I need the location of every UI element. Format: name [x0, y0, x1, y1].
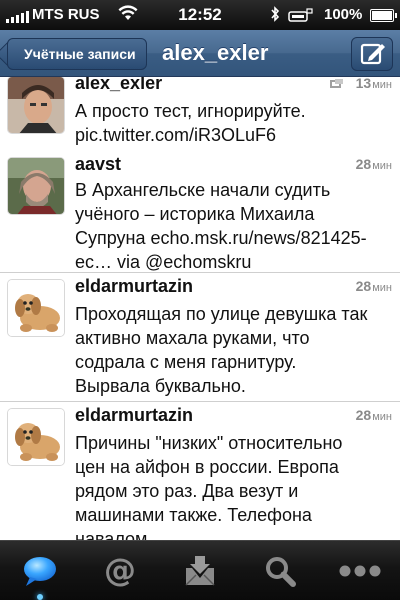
tweet-text-line: навалом [75, 529, 148, 540]
timeline-bubble-icon [24, 557, 56, 586]
tweet-cell[interactable]: aavst 28мин В Архангельске начали судить… [0, 153, 400, 273]
nav-title: alex_exler [162, 40, 269, 65]
tweet-link[interactable]: pic.twitter.com/iR3OLuF6 [75, 123, 392, 147]
tweet-text: Проходящая по улице девушка так активно … [75, 302, 392, 398]
tweet-text-line: Вырвала буквально. [75, 376, 246, 396]
avatar-photo-icon [8, 158, 64, 214]
tweet-text-line: Проходящая по улице девушка так [75, 304, 368, 324]
orientation-lock-icon [288, 8, 313, 22]
avatar-dog-icon [8, 409, 64, 465]
compose-icon [360, 43, 385, 65]
tweet-username[interactable]: eldarmurtazin [75, 405, 193, 426]
tweet-text-line: рядом это раз. Два везут и [75, 481, 299, 501]
battery-percent: 100% [324, 6, 363, 23]
tweet-cell[interactable]: eldarmurtazin 28мин Проходящая по улице … [0, 273, 400, 402]
tweet-time: 28мин [355, 156, 392, 172]
tweet-text-line: машинами также. Телефона [75, 505, 312, 525]
tweet-text-line: содрала с меня гарнитуру. [75, 352, 297, 372]
tab-messages[interactable] [160, 541, 240, 600]
tweet-text-line[interactable]: Супруна echo.msk.ru/news/821425- [75, 226, 392, 250]
avatar-dog-icon [8, 280, 64, 336]
tweet-text-line: цен на айфон в россии. Европа [75, 457, 339, 477]
tweet-text: В Архангельске начали судить учёного – и… [75, 178, 392, 274]
mentions-at-icon: @ [104, 553, 136, 589]
retweet-icon [330, 79, 343, 88]
back-accounts-button[interactable]: Учётные записи [7, 38, 147, 70]
back-button-wrap: Учётные записи [0, 30, 170, 76]
tweet-text-line: активно махала руками, что [75, 328, 310, 348]
tweet-username[interactable]: eldarmurtazin [75, 276, 193, 297]
tab-bar: @ [0, 540, 400, 600]
twitter-app-screen: MTS RUS 12:52 100% Учётные записи alex_e… [0, 0, 400, 600]
tweet-cell[interactable]: alex_exler 13мин А просто тест, игнориру… [0, 77, 400, 154]
avatar-photo-icon [8, 77, 64, 133]
tweet-text-line[interactable]: ec… via @echomskru [75, 250, 392, 274]
tweet-cell[interactable]: eldarmurtazin 28мин Причины "низких" отн… [0, 402, 400, 540]
tweet-text-line: учёного – историка Михаила [75, 204, 315, 224]
navigation-bar: Учётные записи alex_exler [0, 30, 400, 77]
avatar[interactable] [7, 77, 65, 134]
tweet-time: 28мин [355, 407, 392, 423]
tweet-text-line: В Архангельске начали судить [75, 180, 331, 200]
more-dots-icon [339, 565, 381, 577]
messages-inbox-icon [185, 556, 215, 586]
svg-text:@: @ [104, 553, 136, 589]
avatar[interactable] [7, 408, 65, 466]
status-bar: MTS RUS 12:52 100% [0, 0, 400, 30]
tab-timeline[interactable] [0, 541, 80, 600]
search-icon [266, 557, 296, 587]
tweet-username[interactable]: alex_exler [75, 77, 162, 94]
tweet-text-line: А просто тест, игнорируйте. [75, 101, 306, 121]
tab-mentions[interactable]: @ [80, 541, 160, 600]
battery-icon [370, 9, 397, 22]
tweet-text: А просто тест, игнорируйте. pic.twitter.… [75, 99, 392, 147]
tweet-text: Причины "низких" относительно цен на айф… [75, 431, 392, 540]
tweet-text-line: Причины "низких" относительно [75, 433, 343, 453]
avatar[interactable] [7, 157, 65, 215]
avatar[interactable] [7, 279, 65, 337]
tab-more[interactable] [320, 541, 400, 600]
tweet-list[interactable]: alex_exler 13мин А просто тест, игнориру… [0, 77, 400, 540]
tweet-username[interactable]: aavst [75, 154, 121, 175]
tweet-time: 28мин [355, 278, 392, 294]
tab-search[interactable] [240, 541, 320, 600]
active-tab-indicator [37, 594, 43, 600]
compose-button[interactable] [351, 37, 393, 71]
tweet-time: 13мин [355, 77, 392, 91]
bluetooth-icon [271, 6, 280, 22]
